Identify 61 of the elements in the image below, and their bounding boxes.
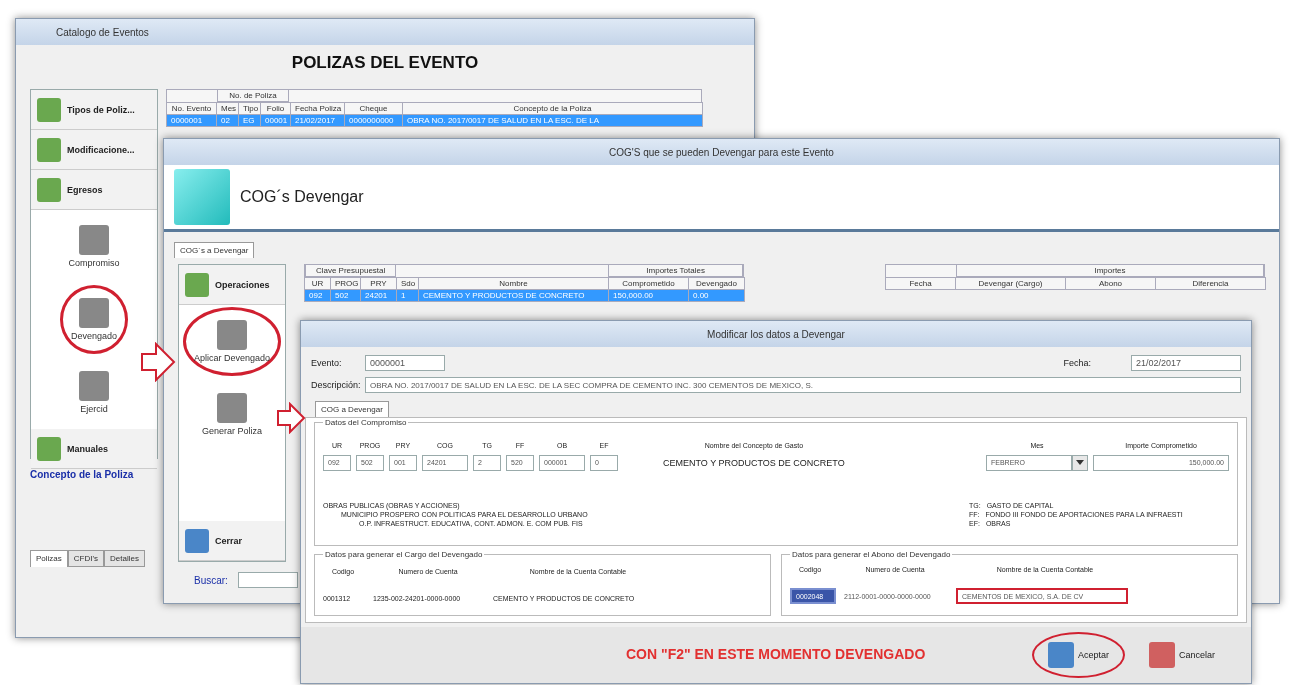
column-header: PRY <box>360 277 397 290</box>
navigation-tile[interactable]: Devengado <box>59 285 128 354</box>
search-label: Buscar: <box>194 574 228 586</box>
navigation-tile[interactable]: Aplicar Devengado <box>182 307 282 376</box>
navigation-header[interactable]: Operaciones <box>179 265 285 305</box>
navigation-header[interactable]: Cerrar <box>179 521 285 561</box>
column-header: Mes <box>216 102 239 115</box>
section-title: POLIZAS DEL EVENTO <box>290 52 480 74</box>
tab[interactable]: COG´s a Devengar <box>174 242 255 258</box>
column-header: Devengado <box>688 277 745 290</box>
concept-link[interactable]: Concepto de la Poliza <box>30 469 158 480</box>
column-header: Devengar (Cargo) <box>955 277 1066 290</box>
app-icon <box>79 371 109 401</box>
dialog-button[interactable]: Cancelar <box>1132 632 1231 678</box>
field-label: Fecha: <box>1063 358 1091 368</box>
tab[interactable]: CFDI's <box>67 550 104 567</box>
dialog-title: Modificar los datos a Devengar <box>301 321 1251 347</box>
app-icon <box>37 436 61 461</box>
app-icon <box>217 320 247 350</box>
column-header: Diferencia <box>1155 277 1266 290</box>
app-icon <box>185 272 209 297</box>
column-header: No. Evento <box>166 102 217 115</box>
navigation-header[interactable]: Modificacione... <box>31 130 157 170</box>
app-icon <box>185 528 209 553</box>
app-icon <box>79 225 109 255</box>
app-icon <box>217 393 247 423</box>
app-icon <box>37 177 61 202</box>
column-header: Abono <box>1065 277 1156 290</box>
navigation-header[interactable]: Egresos <box>31 170 157 210</box>
app-icon <box>37 97 61 122</box>
column-header: UR <box>304 277 331 290</box>
column-header: Tipo <box>238 102 261 115</box>
window-title: COG'S que se pueden Devengar para este Evento <box>164 139 1279 165</box>
input-field[interactable]: 0000001 <box>365 355 445 371</box>
column-header: Fecha <box>885 277 956 290</box>
tab[interactable]: COG a Devengar <box>315 401 389 417</box>
navigation-header[interactable]: Manuales <box>31 429 157 469</box>
column-header: Concepto de la Poliza <box>402 102 703 115</box>
input-field[interactable]: OBRA NO. 2017/0017 DE SALUD EN LA ESC. DE LA SEC COMPRA DE CEMENTO INC. 300 CEMENTOS DE MEXICO, S. <box>365 377 1241 393</box>
window-title: Catalogo de Eventos <box>16 19 754 45</box>
app-icon <box>37 137 61 162</box>
column-header: PROG <box>330 277 361 290</box>
column-header: Cheque <box>344 102 403 115</box>
column-header: Nombre <box>418 277 609 290</box>
field-label: Descripción: <box>311 380 359 390</box>
column-header: Fecha Poliza <box>290 102 345 115</box>
navigation-header[interactable]: Tipos de Poliz... <box>31 90 157 130</box>
tab[interactable]: Polizas <box>30 550 68 567</box>
search-field[interactable] <box>237 572 298 588</box>
module-title: COG´s Devengar <box>240 188 364 206</box>
concept-text: CEMENTO Y PRODUCTOS DE CONCRETO <box>663 456 845 470</box>
app-icon <box>79 298 109 328</box>
input-field[interactable]: 21/02/2017 <box>1131 355 1241 371</box>
annotation-note: CON "F2" EN ESTE MOMENTO DEVENGADO <box>626 647 926 663</box>
column-header: Comprometido <box>608 277 689 290</box>
dropdown-caret-icon[interactable] <box>1072 454 1088 471</box>
tab[interactable]: Detalles <box>104 550 145 567</box>
dialog-button[interactable]: Aceptar <box>1031 632 1125 678</box>
column-header: Sdo <box>396 277 419 290</box>
field-label: Evento: <box>311 358 343 368</box>
column-header: Folio <box>260 102 291 115</box>
